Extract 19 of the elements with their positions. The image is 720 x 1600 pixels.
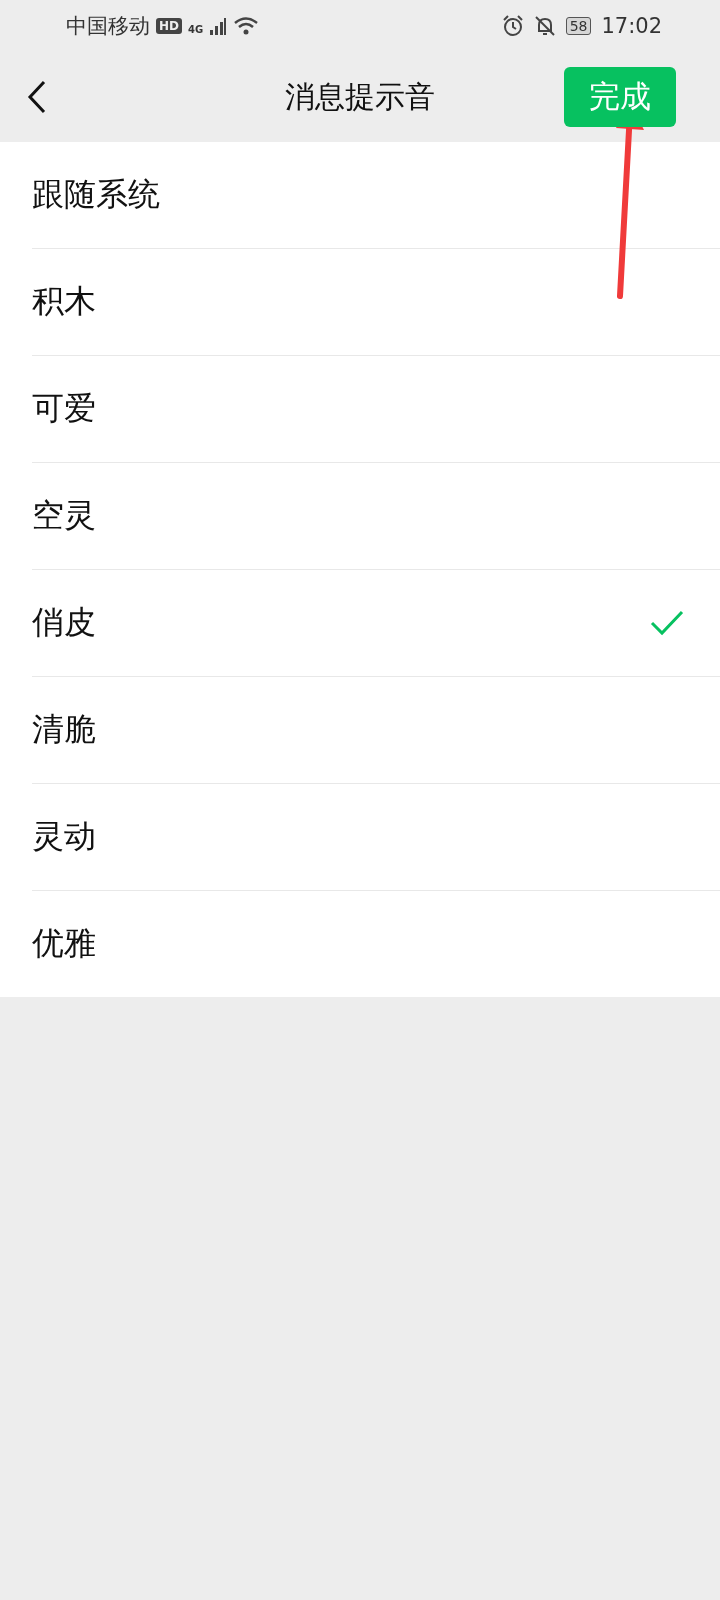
hd-badge: HD [156, 18, 182, 34]
signal-icon [209, 17, 228, 35]
wifi-icon [233, 16, 260, 36]
sound-option[interactable]: 优雅 [32, 891, 720, 997]
alarm-icon [501, 15, 524, 37]
carrier-name: 中国移动 [66, 13, 150, 40]
sound-option[interactable]: 空灵 [32, 463, 720, 570]
muted-bell-icon [533, 15, 556, 37]
sound-option[interactable]: 跟随系统 [32, 142, 720, 249]
sound-option[interactable]: 灵动 [32, 784, 720, 891]
network-type: 4G [188, 24, 204, 35]
back-icon[interactable] [26, 79, 48, 115]
sound-option[interactable]: 积木 [32, 249, 720, 356]
battery-level: 58 [565, 17, 592, 35]
sound-option[interactable]: 可爱 [32, 356, 720, 463]
sound-option[interactable]: 俏皮 [32, 570, 720, 677]
page-title: 消息提示音 [285, 78, 435, 114]
clock-time: 17:02 [601, 14, 662, 38]
sound-option[interactable]: 清脆 [32, 677, 720, 784]
